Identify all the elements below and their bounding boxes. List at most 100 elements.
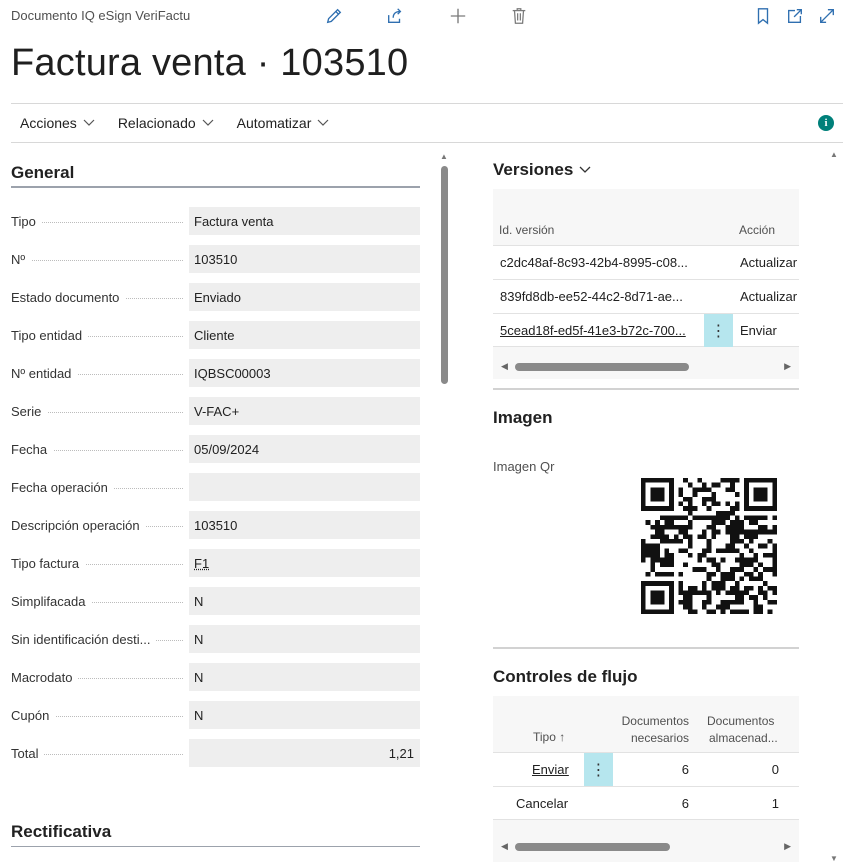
col-header-almacenados-2[interactable]: almacenad... <box>709 731 789 745</box>
field-label: Fecha <box>11 442 54 457</box>
table-row[interactable]: Cancelar 6 1 <box>493 786 799 820</box>
scroll-left-arrow-icon[interactable]: ◀ <box>501 361 508 372</box>
field-value[interactable]: IQBSC00003 <box>189 359 420 387</box>
version-id: c2dc48af-8c93-42b4-8995-c08... <box>500 255 688 270</box>
qr-code-image <box>641 478 777 614</box>
new-icon[interactable] <box>447 5 469 27</box>
info-icon[interactable]: i <box>818 115 834 131</box>
share-icon[interactable] <box>384 5 406 27</box>
row-menu-button[interactable]: ⋮ <box>584 753 613 786</box>
controles-hscroll-thumb[interactable] <box>515 843 670 851</box>
expand-icon[interactable] <box>816 5 838 27</box>
col-header-necesarios-2[interactable]: necesarios <box>619 731 689 745</box>
field-label: Tipo <box>11 214 42 229</box>
field-value[interactable]: Factura venta <box>189 207 420 235</box>
right-scrollbar[interactable]: ▲ ▼ <box>830 150 839 865</box>
field-value[interactable] <box>189 473 420 501</box>
menu-relacionado-label: Relacionado <box>117 115 196 131</box>
field-value[interactable]: 1,21 <box>189 739 420 767</box>
versiones-grid: Id. versión Acción c2dc48af-8c93-42b4-89… <box>493 189 799 379</box>
col-header-accion[interactable]: Acción <box>739 223 775 237</box>
field-label: Descripción operación <box>11 518 146 533</box>
table-row[interactable]: Enviar ⋮ 6 0 <box>493 752 799 786</box>
scroll-down-arrow-icon[interactable]: ▼ <box>830 854 838 863</box>
field-label: Tipo entidad <box>11 328 89 343</box>
control-almacenados: 1 <box>771 796 779 811</box>
field-row: Estado documento Enviado <box>11 283 421 313</box>
scroll-up-arrow-icon[interactable]: ▲ <box>830 150 838 159</box>
controles-grid: Tipo ↑ Documentos necesarios Documentos … <box>493 696 799 862</box>
table-row[interactable]: c2dc48af-8c93-42b4-8995-c08... Actualiza… <box>493 245 799 279</box>
control-tipo-link[interactable]: Enviar <box>532 762 569 777</box>
versiones-title[interactable]: Versiones <box>493 160 591 180</box>
field-row: Tipo entidad Cliente <box>11 321 421 351</box>
version-accion: Actualizar <box>740 289 798 304</box>
col-header-necesarios-1[interactable]: Documentos <box>619 714 689 728</box>
chevron-down-icon <box>317 119 329 126</box>
delete-icon[interactable] <box>508 5 530 27</box>
field-value[interactable]: Cliente <box>189 321 420 349</box>
edit-icon[interactable] <box>323 5 345 27</box>
menu-automatizar[interactable]: Automatizar <box>237 115 330 131</box>
field-value[interactable]: 103510 <box>189 245 420 273</box>
field-value[interactable]: V-FAC+ <box>189 397 420 425</box>
col-header-tipo[interactable]: Tipo ↑ <box>533 730 565 744</box>
field-value[interactable]: Enviado <box>189 283 420 311</box>
control-almacenados: 0 <box>771 762 779 777</box>
field-label: Nº <box>11 252 32 267</box>
field-label: Estado documento <box>11 290 126 305</box>
field-row: Nº entidad IQBSC00003 <box>11 359 421 389</box>
field-value[interactable]: 05/09/2024 <box>189 435 420 463</box>
section-underline-general <box>11 186 420 188</box>
bookmark-icon[interactable] <box>752 5 774 27</box>
version-id-link[interactable]: 5cead18f-ed5f-41e3-b72c-700... <box>500 323 700 338</box>
row-menu-button[interactable]: ⋮ <box>704 314 733 347</box>
general-panel: General Tipo Factura venta Nº 103510 Estado … <box>11 150 421 865</box>
factbox-panel: Versiones Id. versión Acción c2dc48af-8c… <box>493 150 799 865</box>
versiones-title-label: Versiones <box>493 160 574 179</box>
field-row: Serie V-FAC+ <box>11 397 421 427</box>
field-value[interactable]: 103510 <box>189 511 420 539</box>
field-row: Tipo Factura venta <box>11 207 421 237</box>
field-value[interactable]: N <box>189 587 420 615</box>
menu-acciones[interactable]: Acciones <box>20 115 95 131</box>
left-scrollbar[interactable]: ▲ <box>440 152 449 865</box>
versiones-hscroll-thumb[interactable] <box>515 363 689 371</box>
left-scrollbar-thumb[interactable] <box>441 166 448 384</box>
field-row: Sin identificación desti... N <box>11 625 421 655</box>
field-value[interactable]: F1 <box>189 549 420 577</box>
field-value[interactable]: N <box>189 625 420 653</box>
field-label: Tipo factura <box>11 556 86 571</box>
field-row: Total 1,21 <box>11 739 421 769</box>
imagen-title: Imagen <box>493 408 553 427</box>
menu-acciones-label: Acciones <box>20 115 77 131</box>
section-underline-rectificativa <box>11 846 420 847</box>
version-accion: Enviar <box>740 323 777 338</box>
version-id: 839fd8db-ee52-44c2-8d71-ae... <box>500 289 683 304</box>
field-value[interactable]: N <box>189 701 420 729</box>
open-new-window-icon[interactable] <box>784 5 806 27</box>
action-menu-bar: Acciones Relacionado Automatizar <box>11 104 843 142</box>
menu-relacionado[interactable]: Relacionado <box>118 115 214 131</box>
controles-title: Controles de flujo <box>493 667 638 686</box>
scroll-up-arrow-icon[interactable]: ▲ <box>440 152 448 161</box>
field-label: Macrodato <box>11 670 79 685</box>
field-value[interactable]: N <box>189 663 420 691</box>
field-label: Total <box>11 746 45 761</box>
menu-automatizar-label: Automatizar <box>236 115 312 131</box>
scroll-right-arrow-icon[interactable]: ▶ <box>784 841 791 852</box>
field-row: Fecha operación <box>11 473 421 503</box>
col-header-almacenados-1[interactable]: Documentos <box>707 714 787 728</box>
field-label: Cupón <box>11 708 56 723</box>
field-row: Fecha 05/09/2024 <box>11 435 421 465</box>
scroll-left-arrow-icon[interactable]: ◀ <box>501 841 508 852</box>
control-necesarios: 6 <box>681 796 689 811</box>
scroll-right-arrow-icon[interactable]: ▶ <box>784 361 791 372</box>
page-title: Factura venta · 103510 <box>11 42 409 84</box>
table-row[interactable]: 5cead18f-ed5f-41e3-b72c-700... ⋮ Enviar <box>493 313 799 347</box>
table-row[interactable]: 839fd8db-ee52-44c2-8d71-ae... Actualizar <box>493 279 799 313</box>
controles-hscrollbar[interactable]: ◀ ▶ <box>501 841 791 853</box>
col-header-id-version[interactable]: Id. versión <box>499 223 554 237</box>
field-row: Simplifacada N <box>11 587 421 617</box>
versiones-hscrollbar[interactable]: ◀ ▶ <box>501 361 791 373</box>
